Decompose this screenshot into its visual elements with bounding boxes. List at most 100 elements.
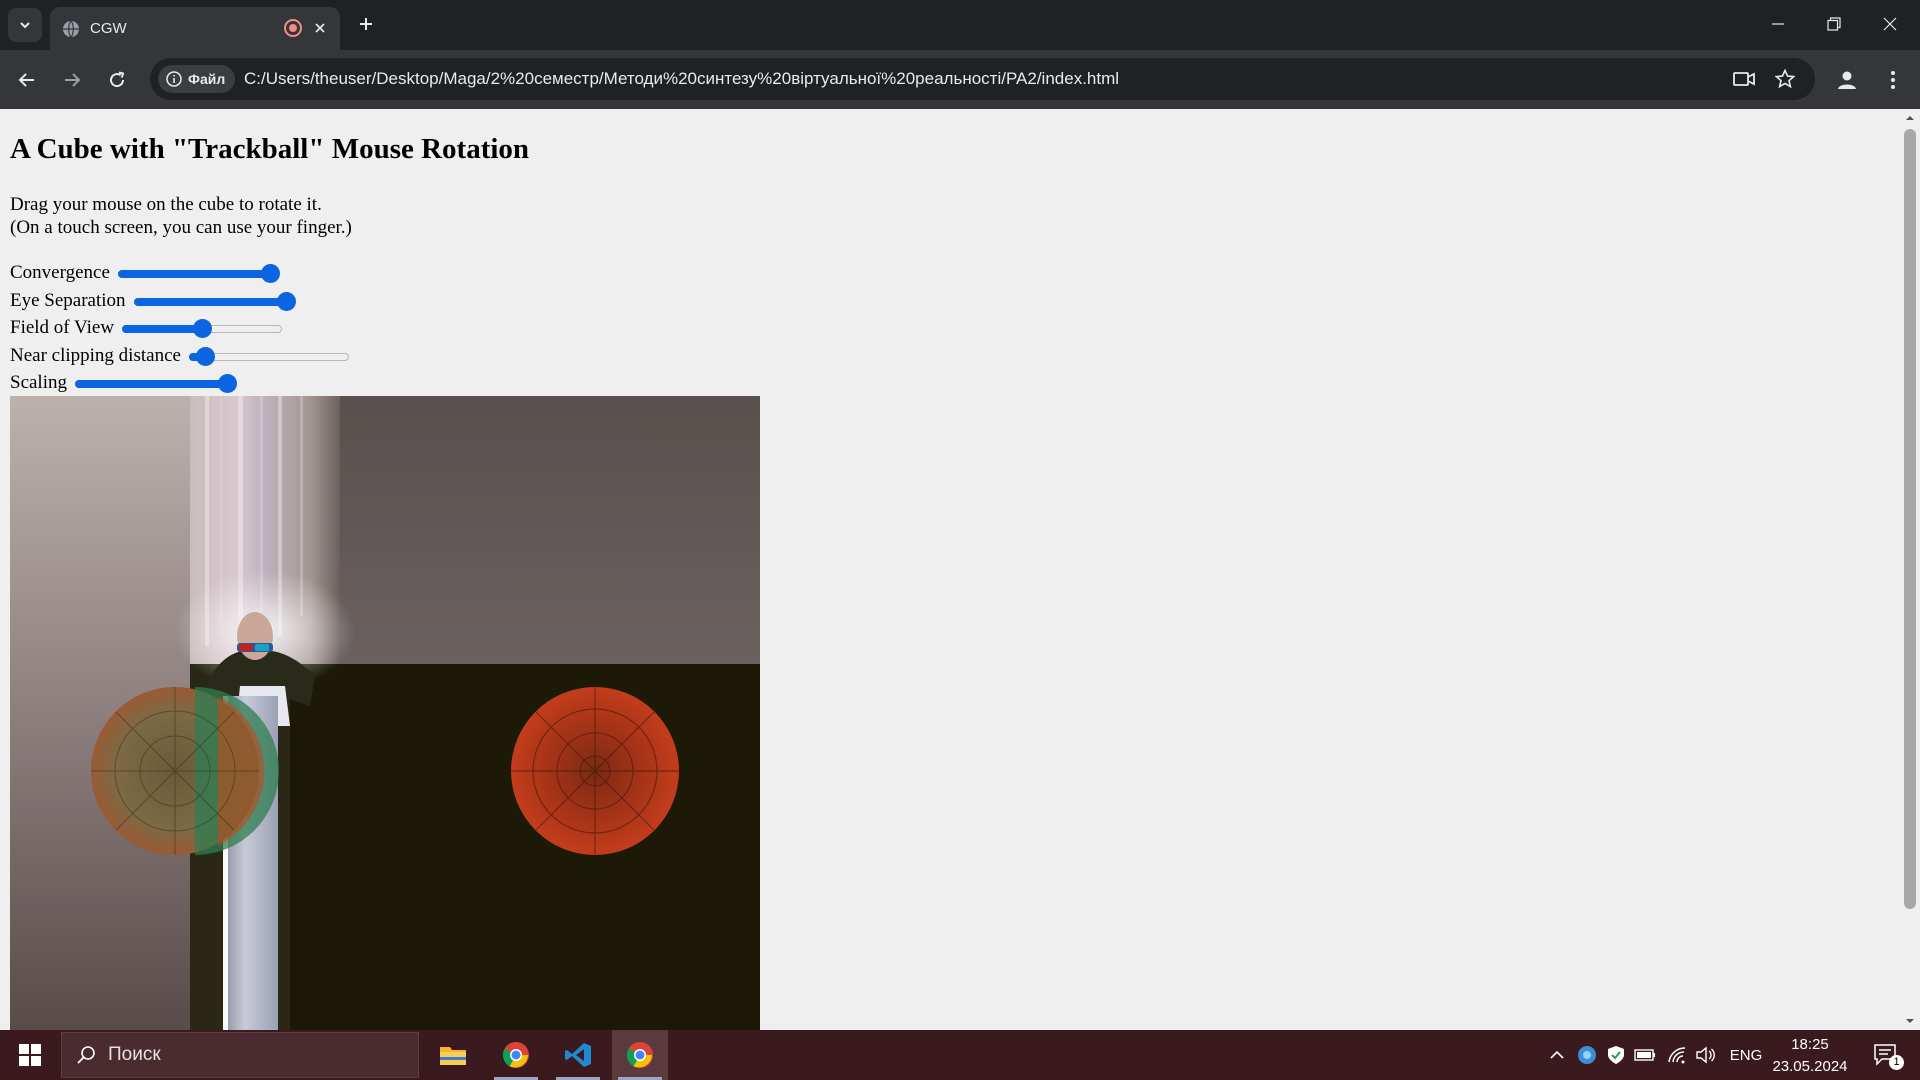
chrome-icon <box>502 1042 529 1068</box>
stereo-scene-render <box>10 396 760 1030</box>
control-scaling: Scaling <box>10 372 237 394</box>
minimize-icon <box>1772 23 1784 25</box>
control-near-clipping: Near clipping distance <box>10 345 349 367</box>
speaker-icon <box>1696 1046 1715 1064</box>
battery-icon <box>1634 1049 1655 1061</box>
arrow-right-icon <box>65 73 81 87</box>
taskbar-clock[interactable]: 18:25 23.05.2024 <box>1765 1034 1855 1078</box>
control-field-of-view: Field of View <box>10 317 283 339</box>
minimize-button[interactable] <box>1750 0 1806 48</box>
camera-in-use-button[interactable] <box>1732 67 1756 91</box>
browser-toolbar: Файл C:/Users/theuser/Desktop/Maga/2%20с… <box>0 50 1920 109</box>
scaling-slider[interactable] <box>75 373 237 393</box>
close-tab-button[interactable] <box>308 16 332 40</box>
near-clipping-label: Near clipping distance <box>10 345 181 366</box>
recording-icon[interactable] <box>281 16 305 40</box>
reload-button[interactable] <box>100 63 134 97</box>
star-icon <box>1775 69 1795 89</box>
taskbar: Поиск ENG 18:25 23.05.2024 1 <box>0 1030 1920 1080</box>
vscode-icon <box>565 1043 591 1067</box>
plus-icon <box>360 18 372 30</box>
tab-title: CGW <box>90 20 127 37</box>
url-text[interactable]: C:/Users/theuser/Desktop/Maga/2%20семест… <box>244 69 1119 89</box>
arrow-left-icon <box>18 73 34 87</box>
cloud-app-icon <box>1578 1046 1596 1064</box>
network-tray-icon[interactable] <box>1665 1030 1689 1080</box>
show-hidden-icons-button[interactable] <box>1545 1030 1569 1080</box>
field-of-view-slider[interactable] <box>122 318 283 338</box>
instructions-line-2: (On a touch screen, you can use your fin… <box>10 217 352 238</box>
site-info-chip[interactable]: Файл <box>158 65 236 93</box>
tab-strip: CGW <box>0 0 1920 50</box>
chrome-icon <box>626 1042 653 1068</box>
site-info-label: Файл <box>188 71 226 87</box>
convergence-slider[interactable] <box>117 263 280 283</box>
back-button[interactable] <box>10 63 44 97</box>
new-tab-button[interactable] <box>352 10 380 38</box>
scaling-label: Scaling <box>10 372 67 393</box>
start-button[interactable] <box>0 1030 60 1080</box>
instructions: Drag your mouse on the cube to rotate it… <box>10 193 352 239</box>
slider-thumb[interactable] <box>276 292 296 311</box>
eye-separation-slider[interactable] <box>133 291 296 311</box>
control-eye-separation: Eye Separation <box>10 290 296 312</box>
eye-separation-label: Eye Separation <box>10 290 126 311</box>
slider-thumb[interactable] <box>195 347 215 366</box>
tab-search-button[interactable] <box>8 8 42 42</box>
search-placeholder: Поиск <box>108 1044 161 1065</box>
restore-button[interactable] <box>1806 0 1862 48</box>
profile-button[interactable] <box>1830 63 1864 97</box>
search-icon <box>77 1046 95 1064</box>
taskbar-search[interactable]: Поиск <box>61 1032 419 1078</box>
scrollbar-thumb[interactable] <box>1904 129 1916 909</box>
scroll-down-arrow-icon[interactable] <box>1905 1016 1915 1026</box>
more-vertical-icon <box>1891 71 1895 89</box>
language-indicator[interactable]: ENG <box>1728 1030 1764 1080</box>
close-icon <box>315 23 325 33</box>
chrome-app[interactable] <box>612 1030 668 1080</box>
field-of-view-label: Field of View <box>10 317 115 338</box>
close-window-button[interactable] <box>1862 0 1918 48</box>
slider-fill <box>75 380 227 388</box>
folder-icon <box>440 1047 466 1065</box>
slider-thumb[interactable] <box>193 319 213 338</box>
webgl-canvas[interactable] <box>10 396 760 1030</box>
page-scrollbar[interactable] <box>1900 109 1920 1030</box>
windows-logo-icon <box>19 1044 41 1066</box>
close-icon <box>1883 17 1897 31</box>
globe-icon <box>63 20 79 38</box>
chevron-up-icon <box>1550 1050 1564 1059</box>
slider-fill <box>117 270 270 278</box>
right-eye-sphere <box>511 687 679 855</box>
chrome-profile-app[interactable] <box>488 1030 544 1080</box>
clock-time: 18:25 <box>1791 1036 1829 1053</box>
tray-app-icon[interactable] <box>1575 1030 1599 1080</box>
menu-button[interactable] <box>1876 63 1910 97</box>
forward-button[interactable] <box>55 63 89 97</box>
clock-date: 23.05.2024 <box>1772 1058 1848 1075</box>
page-title: A Cube with "Trackball" Mouse Rotation <box>10 133 530 165</box>
control-convergence: Convergence <box>10 262 280 284</box>
notifications-button[interactable]: 1 <box>1866 1030 1906 1080</box>
scroll-up-arrow-icon[interactable] <box>1905 113 1915 123</box>
battery-tray-icon[interactable] <box>1633 1030 1657 1080</box>
volume-tray-icon[interactable] <box>1694 1030 1718 1080</box>
avatar-icon <box>1838 71 1856 89</box>
vscode-app[interactable] <box>550 1030 606 1080</box>
instructions-line-1: Drag your mouse on the cube to rotate it… <box>10 194 322 215</box>
browser-tab[interactable]: CGW <box>50 7 340 50</box>
video-camera-icon <box>1733 72 1755 86</box>
address-bar[interactable]: Файл C:/Users/theuser/Desktop/Maga/2%20с… <box>150 58 1815 100</box>
page-viewport: A Cube with "Trackball" Mouse Rotation D… <box>0 109 1900 1030</box>
reload-icon <box>110 71 125 88</box>
slider-thumb[interactable] <box>260 264 280 283</box>
shield-icon <box>1608 1046 1624 1064</box>
left-eye-sphere <box>91 687 279 855</box>
file-explorer-app[interactable] <box>425 1030 481 1080</box>
security-tray-icon[interactable] <box>1604 1030 1628 1080</box>
near-clipping-slider[interactable] <box>188 346 349 366</box>
restore-icon <box>1827 17 1841 31</box>
bookmark-button[interactable] <box>1773 67 1797 91</box>
slider-thumb[interactable] <box>218 374 237 393</box>
wifi-icon <box>1668 1047 1686 1064</box>
